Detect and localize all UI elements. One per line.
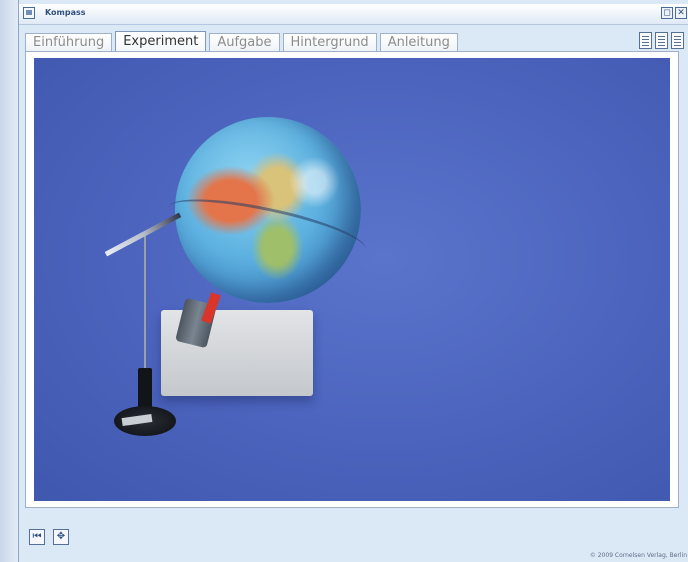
tab-anleitung[interactable]: Anleitung xyxy=(379,33,458,52)
bottom-toolbar: ⏮ ✥ © 2009 Cornelsen Verlag, Berlin xyxy=(19,515,688,562)
tab-experiment[interactable]: Experiment xyxy=(115,31,207,52)
tab-hintergrund[interactable]: Hintergrund xyxy=(282,33,377,52)
tab-bar: Einführung Experiment Aufgabe Hintergrun… xyxy=(25,31,461,52)
restore-button[interactable]: ◻ xyxy=(661,7,673,19)
window-app-icon xyxy=(23,7,35,19)
window-title: Kompass xyxy=(45,8,86,17)
compass-stand-rod xyxy=(144,235,146,375)
globe-with-compass-needle-photo xyxy=(34,58,670,501)
close-button[interactable]: ✕ xyxy=(675,7,687,19)
view-icon-group xyxy=(636,32,684,49)
compass-needle xyxy=(104,212,182,257)
tab-aufgabe[interactable]: Aufgabe xyxy=(209,33,280,52)
content-frame xyxy=(25,51,679,508)
page-view-icon[interactable] xyxy=(639,32,652,49)
kompass-window: Kompass ◻ ✕ Einführung Experiment Aufgab… xyxy=(18,0,688,562)
print-view-icon[interactable] xyxy=(655,32,668,49)
tab-einfuehrung[interactable]: Einführung xyxy=(25,33,113,52)
copyright-text: © 2009 Cornelsen Verlag, Berlin xyxy=(589,552,687,559)
desktop-backdrop xyxy=(0,0,18,562)
navigate-button[interactable]: ✥ xyxy=(53,529,69,545)
title-bar[interactable]: Kompass ◻ ✕ xyxy=(19,4,688,25)
document-view-icon[interactable] xyxy=(671,32,684,49)
skip-back-button[interactable]: ⏮ xyxy=(29,529,45,545)
